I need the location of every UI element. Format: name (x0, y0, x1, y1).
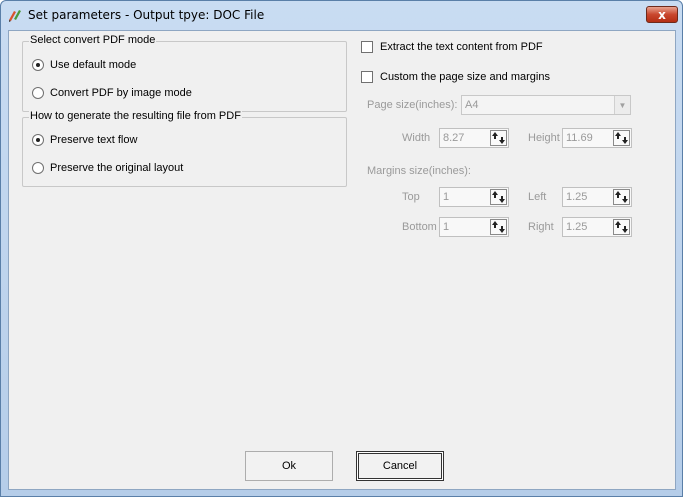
radio-preserve-layout[interactable]: Preserve the original layout (32, 162, 183, 174)
spin-arrows-icon[interactable] (613, 219, 630, 235)
convert-mode-legend: Select convert PDF mode (29, 34, 157, 46)
app-icon (9, 10, 21, 22)
radio-label: Preserve the original layout (50, 162, 184, 174)
ok-button[interactable]: Ok (245, 451, 333, 481)
top-margin-stepper[interactable]: 1 (439, 187, 509, 207)
radio-preserve-text-flow[interactable]: Preserve text flow (32, 134, 137, 146)
chevron-down-icon[interactable]: ▼ (614, 96, 630, 114)
radio-indicator[interactable] (32, 87, 44, 99)
custom-page-checkbox[interactable]: Custom the page size and margins (361, 71, 550, 83)
top-margin-value: 1 (443, 191, 450, 203)
title-bar[interactable]: Set parameters - Output tpye: DOC File x (1, 1, 682, 29)
page-size-label: Page size(inches): (367, 99, 458, 111)
spin-arrows-icon[interactable] (490, 189, 507, 205)
height-label: Height (528, 132, 560, 144)
bottom-margin-stepper[interactable]: 1 (439, 217, 509, 237)
bottom-label: Bottom (402, 221, 437, 233)
cancel-button[interactable]: Cancel (356, 451, 444, 481)
spin-arrows-icon[interactable] (490, 219, 507, 235)
spin-arrows-icon[interactable] (613, 189, 630, 205)
bottom-margin-value: 1 (443, 221, 450, 233)
radio-default-mode[interactable]: Use default mode (32, 59, 136, 71)
page-size-value: A4 (465, 99, 479, 111)
left-label: Left (528, 191, 547, 203)
radio-indicator[interactable] (32, 162, 44, 174)
spin-arrows-icon[interactable] (490, 130, 507, 146)
close-button[interactable]: x (646, 6, 678, 23)
radio-image-mode[interactable]: Convert PDF by image mode (32, 87, 192, 99)
width-stepper[interactable]: 8.27 (439, 128, 509, 148)
dialog-window: Set parameters - Output tpye: DOC File x… (0, 0, 683, 497)
spin-arrows-icon[interactable] (613, 130, 630, 146)
checkbox-label: Custom the page size and margins (380, 71, 550, 83)
checkbox-box[interactable] (361, 41, 373, 53)
dialog-body: Select convert PDF mode Use default mode… (8, 30, 676, 490)
height-stepper[interactable]: 11.69 (562, 128, 632, 148)
left-margin-stepper[interactable]: 1.25 (562, 187, 632, 207)
width-label: Width (402, 132, 431, 144)
extract-text-checkbox[interactable]: Extract the text content from PDF (361, 41, 543, 53)
window-title: Set parameters - Output tpye: DOC File (28, 8, 265, 22)
generate-method-group: How to generate the resulting file from … (22, 110, 347, 187)
top-label: Top (402, 191, 420, 203)
right-margin-value: 1.25 (566, 221, 588, 233)
height-value: 11.69 (566, 132, 593, 144)
right-label: Right (528, 221, 554, 233)
checkbox-box[interactable] (361, 71, 373, 83)
width-value: 8.27 (443, 132, 465, 144)
checkbox-label: Extract the text content from PDF (380, 41, 543, 53)
radio-label: Use default mode (50, 59, 137, 71)
generate-method-legend: How to generate the resulting file from … (29, 110, 242, 122)
convert-mode-group: Select convert PDF mode Use default mode… (22, 34, 347, 112)
radio-indicator[interactable] (32, 59, 44, 71)
right-margin-stepper[interactable]: 1.25 (562, 217, 632, 237)
radio-label: Convert PDF by image mode (50, 87, 192, 99)
margins-label: Margins size(inches): (367, 165, 471, 177)
radio-indicator[interactable] (32, 134, 44, 146)
radio-label: Preserve text flow (50, 134, 138, 146)
page-size-select[interactable]: A4 ▼ (461, 95, 631, 115)
close-icon: x (658, 7, 666, 22)
left-margin-value: 1.25 (566, 191, 588, 203)
